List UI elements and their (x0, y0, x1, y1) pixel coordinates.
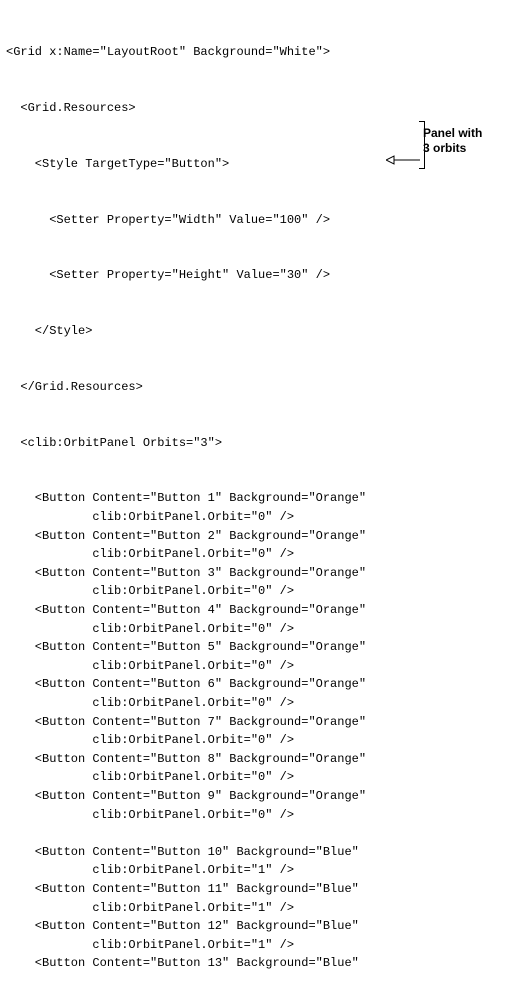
annotation-line-2: 3 orbits (423, 141, 466, 155)
code-line-button-3-b: clib:OrbitPanel.Orbit="0" /> (6, 620, 517, 639)
code-line-button-5-b: clib:OrbitPanel.Orbit="0" /> (6, 694, 517, 713)
code-line-button-0-a: <Button Content="Button 1" Background="O… (6, 489, 517, 508)
code-line-button-11-b: clib:OrbitPanel.Orbit="1" /> (6, 899, 517, 918)
code-line-style-open: <Style TargetType="Button"> (6, 155, 517, 174)
code-line-button-12-a: <Button Content="Button 12" Background="… (6, 917, 517, 936)
code-line-button-8-b: clib:OrbitPanel.Orbit="0" /> (6, 806, 517, 825)
code-line-button-10-b: clib:OrbitPanel.Orbit="1" /> (6, 861, 517, 880)
blank-line (6, 824, 517, 843)
annotation-label: Panel with 3 orbits (423, 126, 513, 156)
code-line-resources-open: <Grid.Resources> (6, 99, 517, 118)
code-line-grid-open: <Grid x:Name="LayoutRoot" Background="Wh… (6, 43, 517, 62)
code-line-button-7-a: <Button Content="Button 8" Background="O… (6, 750, 517, 769)
code-line-button-10-a: <Button Content="Button 10" Background="… (6, 843, 517, 862)
code-line-button-1-a: <Button Content="Button 2" Background="O… (6, 527, 517, 546)
code-line-button-4-b: clib:OrbitPanel.Orbit="0" /> (6, 657, 517, 676)
code-line-button-0-b: clib:OrbitPanel.Orbit="0" /> (6, 508, 517, 527)
code-line-setter-width: <Setter Property="Width" Value="100" /> (6, 211, 517, 230)
code-line-button-2-b: clib:OrbitPanel.Orbit="0" /> (6, 582, 517, 601)
code-line-style-close: </Style> (6, 322, 517, 341)
code-line-button-6-a: <Button Content="Button 7" Background="O… (6, 713, 517, 732)
code-line-orbitpanel-open: <clib:OrbitPanel Orbits="3"> (6, 434, 517, 453)
code-line-button-13-a: <Button Content="Button 13" Background="… (6, 954, 517, 973)
code-line-button-4-a: <Button Content="Button 5" Background="O… (6, 638, 517, 657)
code-line-button-2-a: <Button Content="Button 3" Background="O… (6, 564, 517, 583)
code-line-button-5-a: <Button Content="Button 6" Background="O… (6, 675, 517, 694)
code-line-button-3-a: <Button Content="Button 4" Background="O… (6, 601, 517, 620)
code-line-button-11-a: <Button Content="Button 11" Background="… (6, 880, 517, 899)
code-line-button-7-b: clib:OrbitPanel.Orbit="0" /> (6, 768, 517, 787)
buttons-container: <Button Content="Button 1" Background="O… (6, 489, 517, 972)
code-line-resources-close: </Grid.Resources> (6, 378, 517, 397)
annotation-line-1: Panel with (423, 126, 482, 140)
code-line-button-6-b: clib:OrbitPanel.Orbit="0" /> (6, 731, 517, 750)
code-line-button-8-a: <Button Content="Button 9" Background="O… (6, 787, 517, 806)
code-line-setter-height: <Setter Property="Height" Value="30" /> (6, 266, 517, 285)
code-line-button-12-b: clib:OrbitPanel.Orbit="1" /> (6, 936, 517, 955)
